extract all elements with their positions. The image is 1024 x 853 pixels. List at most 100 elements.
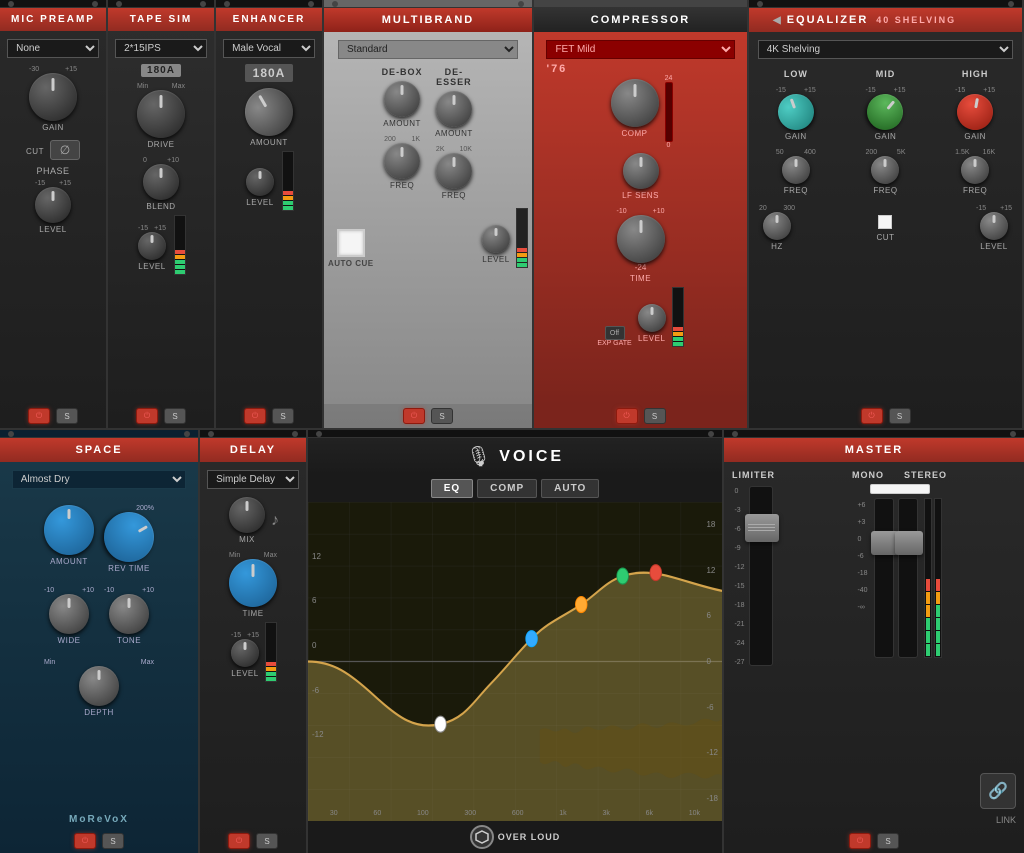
tape-level-knob[interactable] [138, 232, 166, 260]
multiband-s-btn[interactable]: S [431, 408, 453, 424]
eq-mid-gain-knob[interactable] [860, 87, 911, 138]
comp-level-knob[interactable] [638, 304, 666, 332]
compressor-power-btn[interactable]: ⏻ [616, 408, 638, 424]
amount-knob[interactable] [44, 505, 94, 555]
tone-knob[interactable] [109, 594, 149, 634]
compressor-top-bar [534, 0, 747, 8]
master-top-bar [724, 430, 1024, 438]
depth-range: Min Max [44, 659, 154, 666]
eq-point-2[interactable] [526, 631, 538, 647]
level-knob-container: -15 +15 LEVEL [35, 180, 71, 234]
drive-knob[interactable] [137, 90, 185, 138]
eq-low-gain-container: -15+15 GAIN [776, 87, 816, 141]
compressor-s-btn[interactable]: S [644, 408, 666, 424]
tape-level-knob-container: -15 +15 LEVEL [138, 225, 166, 271]
depth-container: Min Max DEPTH [44, 659, 154, 717]
eq-power-btn[interactable]: ⏻ [861, 408, 883, 424]
eq-cut-label: CUT [877, 233, 895, 242]
eq-high-freq-knob[interactable] [961, 156, 989, 184]
debox-freq-label: FREQ [390, 181, 414, 190]
tape-sim-s-btn[interactable]: S [164, 408, 186, 424]
eq-low-freq-container: 50400 FREQ [776, 149, 816, 195]
enhancer-s-btn[interactable]: S [272, 408, 294, 424]
eq-level-knob[interactable] [980, 212, 1008, 240]
mic-preamp-s-btn[interactable]: S [56, 408, 78, 424]
eq-low-freq-knob[interactable] [782, 156, 810, 184]
comp-knob[interactable] [611, 79, 659, 127]
link-button[interactable]: 🔗 [980, 773, 1016, 809]
comp-time-container: -10 +10 -24 TIME [617, 208, 665, 283]
drive-min: Min [137, 83, 148, 90]
delay-level-knob[interactable] [231, 639, 259, 667]
mix-knob[interactable] [229, 497, 265, 533]
deesser-amount-knob[interactable] [436, 91, 472, 127]
level-knob[interactable] [35, 187, 71, 223]
eq-hz-knob[interactable] [763, 212, 791, 240]
debox-freq-high: 1K [412, 136, 421, 143]
blend-knob[interactable] [143, 164, 179, 200]
eq-point-5[interactable] [617, 568, 629, 584]
deesser-freq-knob[interactable] [436, 153, 472, 189]
limiter-fader-handle[interactable] [745, 514, 779, 542]
delay-title: DELAY [230, 444, 276, 456]
space-s-btn[interactable]: S [102, 833, 124, 849]
delay-time-knob[interactable] [229, 559, 277, 607]
bottom-row: SPACE Almost Dry AMOUNT 200% REV TIME [0, 430, 1024, 853]
multiband-dropdown[interactable]: Standard [338, 40, 518, 59]
delay-dropdown[interactable]: Simple Delay [207, 470, 299, 489]
space-dropdown[interactable]: Almost Dry [12, 470, 187, 489]
multiband-level-knob[interactable] [482, 225, 510, 253]
right-fader-handle[interactable] [895, 531, 923, 555]
eq-point-3[interactable] [575, 597, 587, 613]
mic-preamp-power-btn[interactable]: ⏻ [28, 408, 50, 424]
exp-gate-off[interactable]: Off [605, 326, 625, 340]
lf-sens-knob[interactable] [623, 153, 659, 189]
tab-auto[interactable]: AUTO [541, 479, 599, 498]
enhancer-dropdown[interactable]: Male Vocal [223, 39, 315, 58]
note-icon[interactable]: ♪ [271, 512, 279, 530]
eq-cut-checkbox[interactable] [878, 215, 892, 229]
debox-amount-knob[interactable] [384, 81, 420, 117]
eq-point-4[interactable] [650, 565, 662, 581]
phase-button[interactable]: ∅ [50, 140, 80, 160]
space-power-btn[interactable]: ⏻ [74, 833, 96, 849]
tab-eq[interactable]: EQ [431, 479, 473, 498]
mic-preamp-dropdown[interactable]: None [7, 39, 99, 58]
master-power-btn[interactable]: ⏻ [849, 833, 871, 849]
wide-knob[interactable] [49, 594, 89, 634]
tab-comp[interactable]: COMP [477, 479, 537, 498]
enhancer-amount-knob[interactable] [236, 79, 302, 145]
eq-high-gain-knob[interactable] [954, 91, 996, 133]
level-max: +15 [59, 180, 71, 187]
eq-mid-freq-knob[interactable] [871, 156, 899, 184]
enhancer-power-btn[interactable]: ⏻ [244, 408, 266, 424]
vu-y1r [936, 592, 940, 604]
depth-knob[interactable] [79, 666, 119, 706]
delay-power-btn[interactable]: ⏻ [228, 833, 250, 849]
auto-cue-button[interactable] [337, 229, 365, 257]
gain-knob[interactable] [29, 73, 77, 121]
enhancer-level-knob[interactable] [246, 168, 274, 196]
tape-sim-dropdown[interactable]: 2*15IPS [115, 39, 207, 58]
comp-time-label: TIME [630, 274, 651, 283]
eq-s-btn[interactable]: S [889, 408, 911, 424]
vu-g1r [936, 644, 940, 656]
multiband-power-btn[interactable]: ⏻ [403, 408, 425, 424]
eq-dropdown[interactable]: 4K Shelving [758, 40, 1014, 59]
stereo-faders [874, 498, 918, 658]
eq-point-1[interactable] [435, 716, 447, 732]
compressor-dropdown[interactable]: FET Mild [546, 40, 734, 59]
comp-time-knob[interactable] [617, 215, 665, 263]
debox-freq-knob[interactable] [384, 143, 420, 179]
tape-sim-power-btn[interactable]: ⏻ [136, 408, 158, 424]
eq-low-gain-knob[interactable] [773, 89, 819, 135]
blend-min: 0 [143, 157, 147, 164]
comp-meter-bar [665, 82, 673, 142]
comp-vu-meter [672, 287, 684, 347]
master-s-btn[interactable]: S [877, 833, 899, 849]
voice-tab-row: EQ COMP AUTO [308, 475, 722, 502]
delay-s-btn[interactable]: S [256, 833, 278, 849]
debox-label: DE-BOX [382, 67, 423, 77]
rev-time-knob[interactable] [95, 503, 163, 571]
comp-model-label: '76 [546, 63, 567, 75]
